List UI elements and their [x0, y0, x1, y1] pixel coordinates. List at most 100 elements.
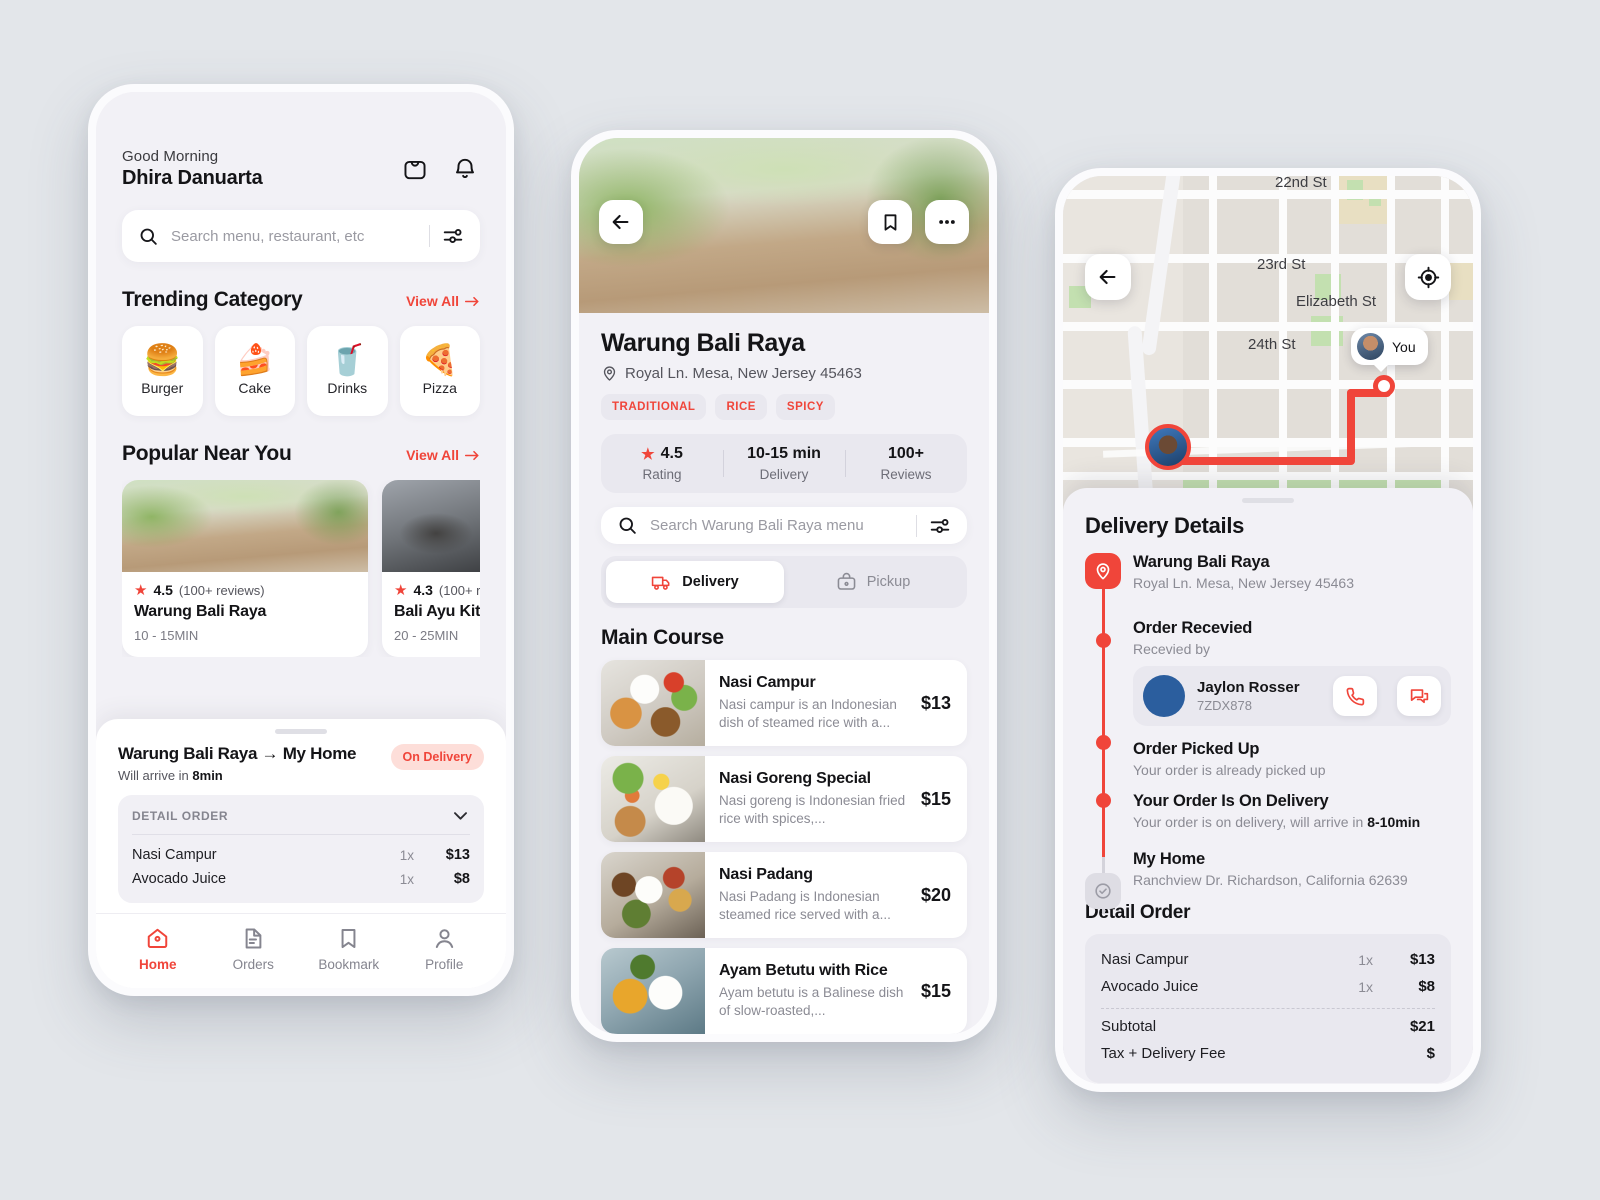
- tab-orders[interactable]: Orders: [206, 926, 302, 972]
- menu-item-photo: [601, 852, 705, 938]
- tag-traditional[interactable]: TRADITIONAL: [601, 394, 707, 420]
- search-icon: [619, 517, 636, 534]
- menu-item-name: Nasi Padang: [719, 865, 813, 883]
- timeline-dot: [1096, 793, 1111, 808]
- menu-item-photo: [601, 756, 705, 842]
- tab-home[interactable]: Home: [110, 926, 206, 972]
- home-search-input[interactable]: [171, 227, 417, 245]
- tag-rice[interactable]: RICE: [715, 394, 767, 420]
- category-cake[interactable]: 🍰 Cake: [214, 326, 295, 416]
- category-pizza-label: Pizza: [422, 380, 457, 396]
- map-street-24th: 24th St: [1248, 336, 1296, 353]
- detail-order-box: DETAIL ORDER Nasi Campur 1x $13 Avocado …: [118, 795, 484, 903]
- tab-orders-label: Orders: [232, 957, 274, 972]
- delivery-map[interactable]: 22nd St 23rd St Elizabeth St 24th St You: [1063, 176, 1473, 516]
- order-item-name: Nasi Campur: [132, 847, 217, 863]
- tab-profile-label: Profile: [425, 957, 464, 972]
- map-street-22nd: 22nd St: [1275, 176, 1327, 191]
- menu-search-bar[interactable]: [601, 507, 967, 544]
- restaurant-reviews: (100+ reviews): [178, 582, 265, 598]
- restaurant-card[interactable]: ★ 4.3 (100+ reviews) Bali Ayu Kitchen 20…: [382, 480, 480, 657]
- category-cake-label: Cake: [238, 380, 272, 396]
- bell-icon[interactable]: [450, 154, 480, 184]
- trending-view-all[interactable]: View All: [406, 293, 480, 309]
- popular-view-all-label: View All: [406, 447, 459, 463]
- restaurant-rating: 4.5: [153, 582, 173, 598]
- tab-bookmark[interactable]: Bookmark: [301, 926, 397, 972]
- menu-item-desc: Nasi campur is an Indonesian dish of ste…: [719, 696, 897, 730]
- menu-item-name: Nasi Campur: [719, 673, 816, 691]
- sheet-grabber[interactable]: [275, 729, 327, 734]
- step-received-sub: Recevied by: [1133, 641, 1211, 657]
- menu-search-input[interactable]: [650, 517, 904, 534]
- filter-icon[interactable]: [929, 515, 951, 537]
- category-drinks[interactable]: 🥤 Drinks: [307, 326, 388, 416]
- tag-spicy[interactable]: SPICY: [775, 394, 835, 420]
- bookmark-button[interactable]: [868, 200, 912, 244]
- user-avatar: [1357, 333, 1384, 360]
- menu-item-desc: Ayam betutu is a Balinese dish of slow-r…: [719, 984, 904, 1018]
- timeline-dot: [1096, 633, 1111, 648]
- courier-map-marker[interactable]: [1145, 424, 1191, 470]
- order-item-qty: 1x: [399, 847, 414, 863]
- menu-item[interactable]: Nasi Padang Nasi Padang is Indonesian st…: [601, 852, 967, 938]
- timeline-step-on-delivery: Your Order Is On Delivery Your order is …: [1133, 792, 1451, 830]
- cake-icon: 🍰: [236, 344, 274, 377]
- popular-header: Popular Near You View All: [122, 442, 480, 466]
- star-icon: ★: [394, 581, 408, 599]
- you-label: You: [1392, 338, 1416, 355]
- step-ondelivery-sub-prefix: Your order is on delivery, will arrive i…: [1133, 814, 1368, 830]
- location-pin-icon: [603, 366, 616, 381]
- timeline-line: [1102, 585, 1105, 857]
- trending-view-all-label: View All: [406, 293, 459, 309]
- recenter-button[interactable]: [1405, 254, 1451, 300]
- destination-name: My Home: [1133, 850, 1205, 868]
- popular-view-all[interactable]: View All: [406, 447, 480, 463]
- restaurant-photo: [122, 480, 368, 572]
- destination-marker: [1373, 375, 1395, 397]
- timeline-destination: My Home Ranchview Dr. Richardson, Califo…: [1133, 844, 1451, 888]
- home-search-bar[interactable]: [122, 210, 480, 262]
- menu-item[interactable]: Ayam Betutu with Rice Ayam betutu is a B…: [601, 948, 967, 1034]
- summary-fee-row: Tax + Delivery Fee $: [1101, 1040, 1435, 1067]
- tab-profile[interactable]: Profile: [397, 926, 493, 972]
- drinks-icon: 🥤: [328, 344, 366, 377]
- category-burger[interactable]: 🍔 Burger: [122, 326, 203, 416]
- more-options-button[interactable]: [925, 200, 969, 244]
- order-item-price: $13: [445, 847, 470, 863]
- search-icon: [140, 228, 157, 245]
- chat-icon: [1410, 688, 1428, 703]
- delivery-eta-prefix: Will arrive in: [118, 768, 193, 783]
- summary-subtotal-label: Subtotal: [1101, 1018, 1157, 1035]
- back-button[interactable]: [599, 200, 643, 244]
- bag-icon[interactable]: [400, 154, 430, 184]
- segment-pickup[interactable]: Pickup: [784, 561, 962, 603]
- arrow-left-icon: [1099, 269, 1116, 285]
- summary-item-row: Nasi Campur 1x $13: [1101, 946, 1435, 973]
- detail-order-header[interactable]: DETAIL ORDER: [132, 806, 470, 825]
- menu-section-title: Main Course: [601, 626, 724, 649]
- restaurant-tags: TRADITIONAL RICE SPICY: [601, 394, 967, 420]
- menu-item[interactable]: Nasi Campur Nasi campur is an Indonesian…: [601, 660, 967, 746]
- sheet-grabber[interactable]: [1242, 498, 1294, 503]
- summary-item-name: Avocado Juice: [1101, 978, 1199, 995]
- call-courier-button[interactable]: [1333, 676, 1377, 716]
- pizza-icon: 🍕: [421, 344, 459, 377]
- category-pizza[interactable]: 🍕 Pizza: [399, 326, 480, 416]
- chat-courier-button[interactable]: [1397, 676, 1441, 716]
- bottom-tab-bar: Home Orders Bookmark Profile: [96, 913, 506, 988]
- filter-icon[interactable]: [442, 225, 464, 247]
- restaurant-address-row: Royal Ln. Mesa, New Jersey 45463: [601, 365, 967, 382]
- order-item-row: Nasi Campur 1x $13: [132, 843, 470, 867]
- segment-delivery[interactable]: Delivery: [606, 561, 784, 603]
- map-back-button[interactable]: [1085, 254, 1131, 300]
- phone-restaurant: Warung Bali Raya Royal Ln. Mesa, New Jer…: [571, 130, 997, 1042]
- restaurant-title: Warung Bali Raya: [601, 329, 805, 357]
- summary-subtotal-value: $21: [1409, 1018, 1435, 1035]
- timeline-origin: Warung Bali Raya Royal Ln. Mesa, New Jer…: [1133, 553, 1451, 605]
- burger-icon: 🍔: [143, 344, 181, 377]
- delivery-to: My Home: [282, 744, 357, 763]
- menu-item[interactable]: Nasi Goreng Special Nasi goreng is Indon…: [601, 756, 967, 842]
- chevron-down-icon[interactable]: [451, 806, 470, 825]
- restaurant-card[interactable]: ★ 4.5 (100+ reviews) Warung Bali Raya 10…: [122, 480, 368, 657]
